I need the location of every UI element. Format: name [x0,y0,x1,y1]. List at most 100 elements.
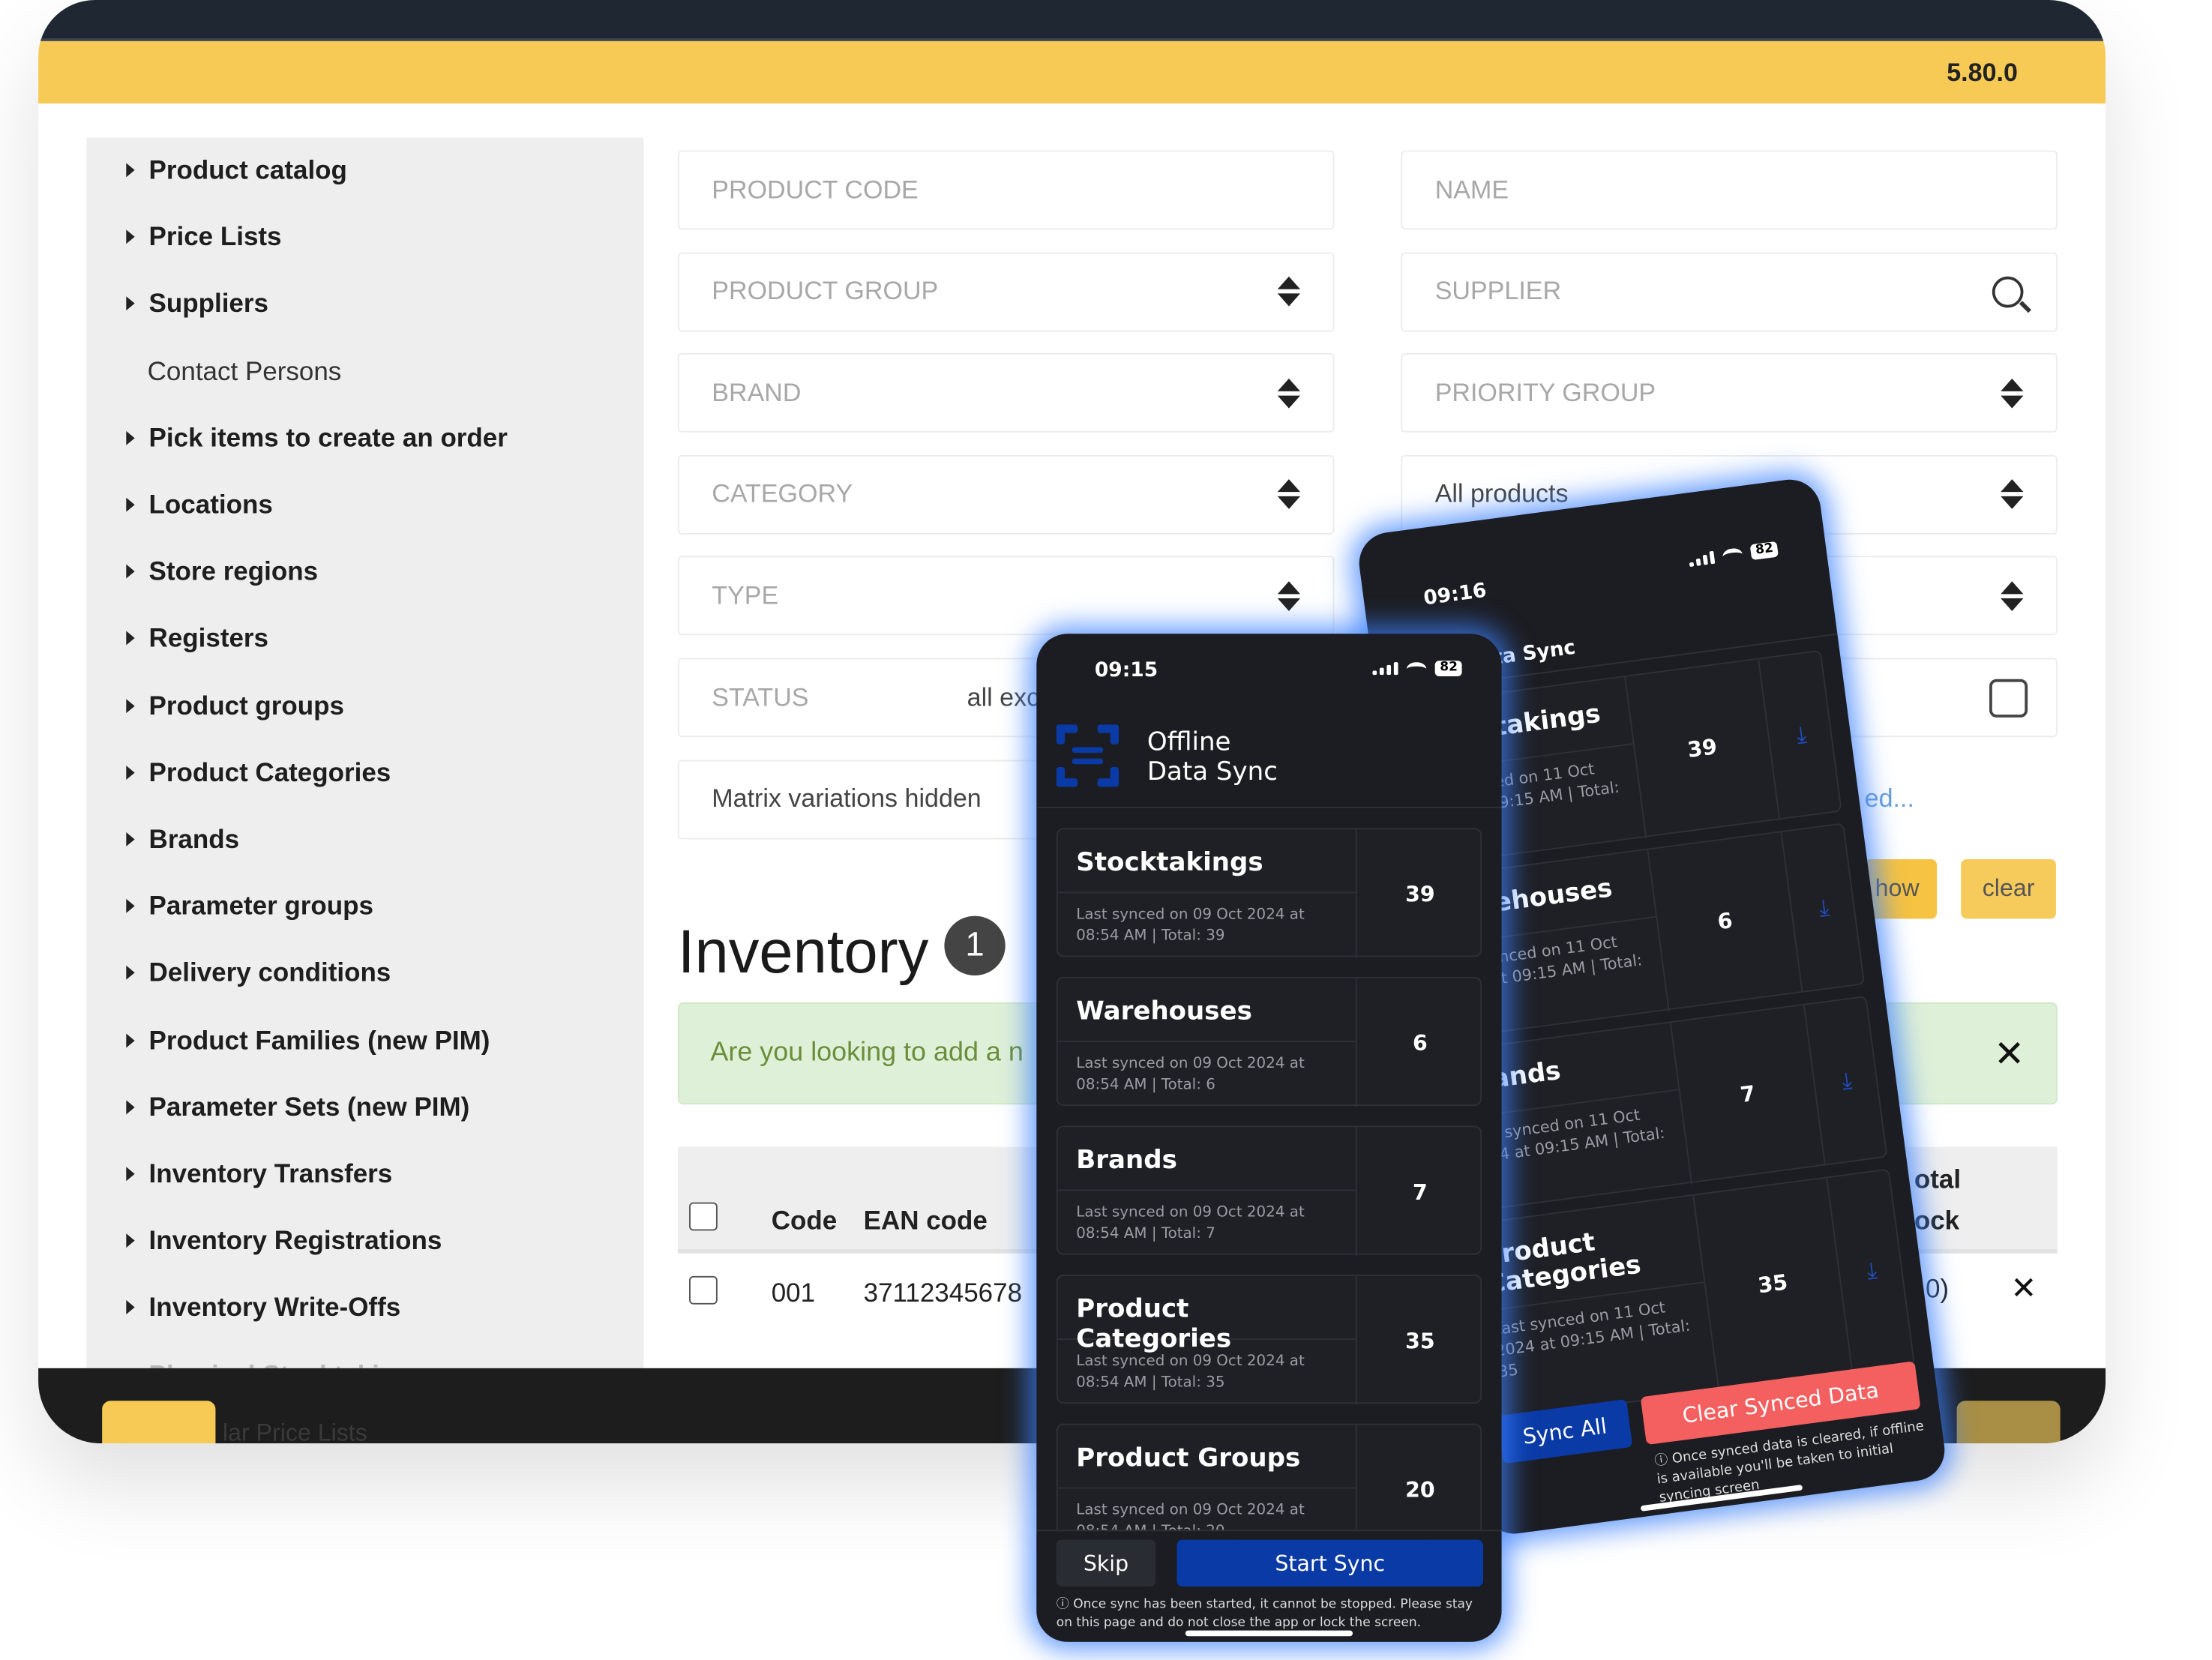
arrow-up [1277,276,1301,289]
item-name: Product Categories [1057,1275,1357,1354]
sidebar-item[interactable]: Inventory Write-Offs [126,1292,400,1323]
column-ean[interactable]: EAN code [864,1205,988,1236]
sidebar-item[interactable]: Product catalog [126,154,347,186]
footer-button[interactable] [102,1401,216,1444]
caret-right-icon [126,229,135,244]
search-icon[interactable] [1992,275,2031,313]
delete-icon[interactable]: ✕ [2010,1272,2037,1305]
search-handle [2019,301,2031,313]
column-code[interactable]: Code [772,1205,837,1236]
arrow-up [2001,581,2024,595]
caret-right-icon [126,698,135,713]
sidebar-item-label: Product Categories [148,757,391,787]
caret-right-icon [126,832,135,846]
select-placeholder: TYPE [712,581,779,610]
sidebar-item[interactable]: Inventory Registrations [126,1225,442,1257]
skip-button[interactable]: Skip [1056,1539,1156,1587]
item-count: 35 [1694,1178,1854,1390]
arrow-up [1277,581,1301,595]
count-badge: 1 [944,915,1006,976]
sidebar-item-label: Parameter Sets (new PIM) [148,1091,470,1122]
caret-right-icon [126,631,135,646]
sidebar-item-label: Contact Persons [147,355,342,385]
more-filters-link[interactable]: ed... [1865,784,1914,814]
arrow-down [1277,293,1301,307]
sidebar-item[interactable]: Price Lists [126,221,282,253]
filter-field[interactable]: PRODUCT CODE [677,150,1335,230]
footer-action[interactable] [1956,1401,2061,1444]
sidebar-item[interactable]: Contact Persons [148,355,342,387]
select-all-checkbox[interactable] [689,1202,718,1231]
row-checkbox[interactable] [689,1275,718,1305]
status-time: 09:16 [1422,580,1488,611]
caret-right-icon [126,1167,135,1182]
sort-arrows-icon [2001,479,2024,510]
caret-right-icon [126,765,135,780]
close-icon[interactable]: ✕ [1994,1035,2025,1071]
sort-arrows-icon [1277,581,1301,611]
filter-field[interactable]: BRAND [677,353,1335,433]
signal-icon [1689,550,1716,568]
select-placeholder: CATEGORY [712,479,853,508]
sync-item-card[interactable]: Brands Last synced on 09 Oct 2024 at 08:5… [1056,1125,1482,1257]
select-placeholder: BRAND [712,378,802,407]
filter-field[interactable]: PRIORITY GROUP [1401,353,2058,433]
sidebar-item[interactable]: Suppliers [126,289,268,320]
sidebar-item[interactable]: Product Families (new PIM) [126,1024,490,1056]
last-synced: Last synced on 09 Oct 2024 at 08:54 AM |… [1058,1041,1357,1107]
select-placeholder: PRIORITY GROUP [1434,378,1656,407]
status-time: 09:15 [1094,659,1158,682]
sidebar: Product catalog Price Lists Suppliers Conta… [86,137,644,1389]
sync-item-card[interactable]: Product Categories Last synced on 09 Oct … [1056,1275,1482,1405]
battery-icon: 82 [1750,541,1779,561]
arrow-down [1277,496,1301,510]
screen-title: Offline Data Sync [1147,727,1278,787]
select-placeholder: STATUS [712,682,809,712]
input-placeholder: NAME [1434,175,1509,204]
sync-item-card[interactable]: Stocktakings Last synced on 09 Oct 2024 a… [1056,828,1482,959]
cell-ean: 37112345678 [863,1277,1023,1308]
sidebar-item[interactable]: Product groups [126,690,344,721]
wifi-icon [1407,661,1428,676]
clear-button[interactable]: clear [1961,858,2056,919]
select-placeholder: All products [1434,479,1569,508]
checkbox[interactable] [1989,678,2028,717]
item-count: 6 [1412,1029,1428,1056]
sidebar-item[interactable]: Store regions [126,556,318,588]
arrow-up [1277,479,1301,493]
item-count: 39 [1626,659,1781,836]
arrow-up [2001,378,2024,391]
sidebar-item[interactable]: Registers [126,623,268,655]
sidebar-item-label: Locations [148,489,273,520]
sidebar-item[interactable]: Parameter Sets (new PIM) [126,1092,469,1123]
sidebar-item[interactable]: Delivery conditions [126,957,391,989]
arrow-up [1277,378,1301,391]
filter-field[interactable]: TYPE [677,556,1335,636]
sidebar-item[interactable]: Pick items to create an order [126,422,508,454]
sort-arrows-icon [1277,276,1301,307]
arrow-down [2001,496,2024,510]
start-sync-button[interactable]: Start Sync [1176,1539,1483,1587]
caret-right-icon [126,966,135,981]
sidebar-item[interactable]: Product Categories [126,757,391,788]
sync-item-card[interactable]: Warehouses Last synced on 09 Oct 2024 at … [1056,976,1482,1107]
filter-field[interactable]: PRODUCT GROUP [677,251,1335,331]
caret-right-icon [126,899,135,914]
item-count: 39 [1405,881,1435,907]
filter-field[interactable]: SUPPLIER [1401,251,2058,331]
sidebar-item[interactable]: Brands [126,824,239,855]
filter-field[interactable]: NAME [1401,150,2058,230]
column-total-stock[interactable]: otal [1914,1164,1961,1196]
sidebar-item-label: Product groups [148,690,345,720]
sidebar-item[interactable]: Locations [126,489,273,520]
top-navbar [38,0,2106,41]
version-label: 5.80.0 [1947,58,2018,87]
wifi-icon [1722,546,1744,564]
sync-note: ⓘ Once sync has been started, it cannot … [1057,1596,1489,1633]
sidebar-item[interactable]: Parameter groups [126,891,373,922]
info-icon: ⓘ [1653,1452,1674,1470]
filter-field[interactable]: CATEGORY [677,454,1335,535]
sidebar-item-label: Parameter groups [148,890,373,921]
last-synced: Last synced on 09 Oct 2024 at 08:54 AM |… [1058,1339,1357,1405]
sidebar-item[interactable]: Inventory Transfers [126,1158,392,1190]
